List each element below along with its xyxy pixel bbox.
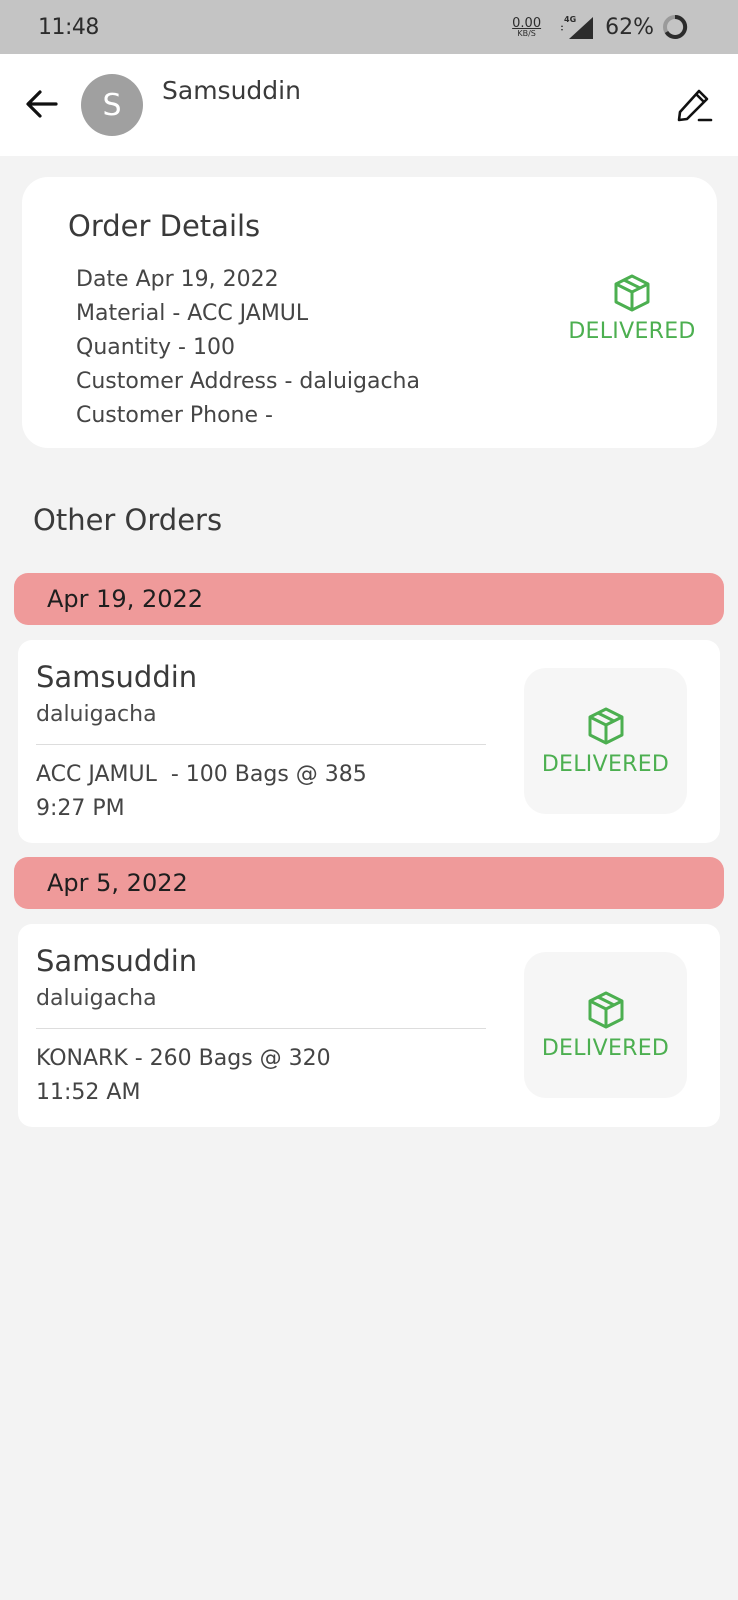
order-customer-name: Samsuddin [36, 944, 198, 978]
date-header: Apr 5, 2022 [14, 857, 724, 909]
network-speed: 0.00 KB/S [512, 17, 541, 38]
signal-icon: 4G [561, 15, 594, 39]
arrow-left-icon [26, 90, 58, 118]
avatar: S [81, 74, 143, 136]
order-status-tile: DELIVERED [524, 952, 687, 1098]
order-location: daluigacha [36, 702, 157, 727]
date-header: Apr 19, 2022 [14, 573, 724, 625]
order-card[interactable]: Samsuddin daluigacha KONARK - 260 Bags @… [18, 924, 720, 1127]
order-details-lines: Date Apr 19, 2022 Material - ACC JAMUL Q… [76, 263, 420, 433]
order-quantity: Quantity - 100 [76, 335, 235, 360]
order-date: Date Apr 19, 2022 [76, 267, 279, 292]
order-card[interactable]: Samsuddin daluigacha ACC JAMUL - 100 Bag… [18, 640, 720, 843]
pencil-icon [677, 89, 713, 122]
app-header: S Samsuddin [0, 54, 738, 156]
customer-name: Samsuddin [162, 76, 301, 105]
divider [36, 744, 486, 745]
order-customer-name: Samsuddin [36, 660, 198, 694]
divider [36, 1028, 486, 1029]
package-icon [614, 274, 650, 312]
order-time: 9:27 PM [36, 796, 125, 821]
order-time: 11:52 AM [36, 1080, 141, 1105]
package-icon [588, 991, 623, 1028]
order-location: daluigacha [36, 986, 157, 1011]
battery-percentage: 62% [605, 14, 654, 40]
order-details-title: Order Details [68, 209, 261, 243]
back-button[interactable] [22, 84, 62, 124]
order-description: KONARK - 260 Bags @ 320 [36, 1046, 331, 1071]
order-status: DELIVERED [562, 273, 702, 344]
status-bar: 11:48 0.00 KB/S 4G 62% [0, 0, 738, 54]
status-icons: 0.00 KB/S 4G 62% [512, 13, 688, 41]
order-phone: Customer Phone - [76, 403, 273, 428]
date-header-label: Apr 5, 2022 [47, 869, 188, 897]
order-description: ACC JAMUL - 100 Bags @ 385 [36, 762, 367, 787]
order-status-tile: DELIVERED [524, 668, 687, 814]
order-details-card: Order Details Date Apr 19, 2022 Material… [22, 177, 717, 448]
order-status-label: DELIVERED [541, 1035, 670, 1061]
avatar-letter: S [102, 87, 122, 123]
battery-icon [663, 14, 688, 39]
other-orders-heading: Other Orders [33, 503, 223, 537]
package-icon [588, 707, 623, 744]
date-header-label: Apr 19, 2022 [47, 585, 204, 613]
order-material: Material - ACC JAMUL [76, 301, 309, 326]
network-speed-unit: KB/S [517, 28, 536, 38]
order-status-label: DELIVERED [541, 751, 670, 777]
network-type-label: 4G [564, 15, 576, 24]
status-time: 11:48 [38, 14, 99, 40]
network-speed-value: 0.00 [512, 15, 542, 31]
edit-button[interactable] [672, 84, 716, 128]
order-status-label: DELIVERED [568, 319, 696, 344]
order-address: Customer Address - daluigacha [76, 369, 420, 394]
